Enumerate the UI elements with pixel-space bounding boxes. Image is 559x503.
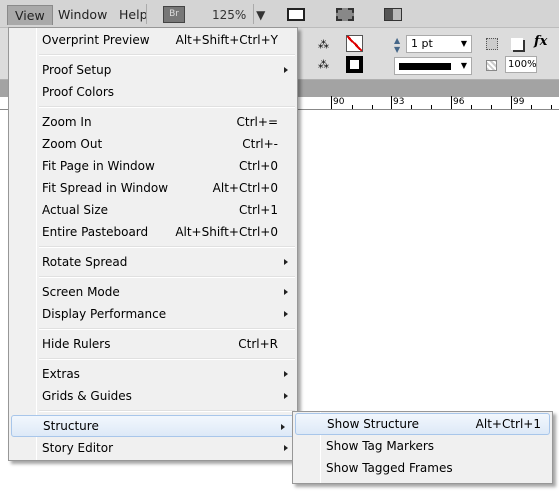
menu-item-label: Zoom In — [42, 115, 92, 129]
submenu-arrow-icon — [284, 371, 288, 377]
distribute-icon[interactable]: ⁂ — [318, 58, 329, 71]
menu-item-label: Grids & Guides — [42, 389, 132, 403]
menu-item-fit-spread-in-window[interactable]: Fit Spread in Window Alt+Ctrl+0 — [9, 177, 297, 199]
menu-item-shortcut: Ctrl+- — [242, 137, 278, 151]
menu-item-overprint-preview[interactable]: Overprint Preview Alt+Shift+Ctrl+Y — [9, 29, 297, 51]
menu-separator — [9, 407, 297, 415]
fill-swatch[interactable] — [346, 35, 363, 52]
structure-submenu: Show Structure Alt+Ctrl+1 Show Tag Markers… — [292, 411, 553, 484]
menu-item-entire-pasteboard[interactable]: Entire Pasteboard Alt+Shift+Ctrl+0 — [9, 221, 297, 243]
submenu-arrow-icon — [284, 67, 288, 73]
zoom-level: 125% — [212, 8, 247, 22]
menu-separator — [9, 51, 297, 59]
stroke-weight-value: 1 pt — [411, 37, 433, 50]
menu-item-label: Show Tagged Frames — [326, 461, 453, 475]
menu-item-structure[interactable]: Structure — [11, 415, 295, 437]
menu-bar: View Window Help Br 125% ▼ — [0, 0, 559, 28]
menu-item-proof-setup[interactable]: Proof Setup — [9, 59, 297, 81]
submenu-arrow-icon — [284, 445, 288, 451]
fx-icon[interactable]: fx — [534, 34, 547, 49]
menu-separator — [9, 325, 297, 333]
menu-item-label: Overprint Preview — [42, 33, 150, 47]
menu-item-hide-rulers[interactable]: Hide Rulers Ctrl+R — [9, 333, 297, 355]
menu-item-shortcut: Alt+Ctrl+1 — [475, 417, 541, 431]
menu-help[interactable]: Help — [112, 5, 155, 25]
zoom-level-dropdown[interactable]: 125% ▼ — [212, 8, 265, 22]
opacity-icon — [486, 60, 497, 71]
menu-item-show-structure[interactable]: Show Structure Alt+Ctrl+1 — [295, 413, 550, 435]
menu-item-label: Show Tag Markers — [326, 439, 435, 453]
chevron-down-icon: ▼ — [460, 39, 467, 48]
ruler-label: 93 — [393, 97, 405, 107]
menu-window[interactable]: Window — [51, 5, 114, 25]
menu-item-label: Extras — [42, 367, 80, 381]
menu-item-fit-page-in-window[interactable]: Fit Page in Window Ctrl+0 — [9, 155, 297, 177]
menu-separator — [9, 355, 297, 363]
menu-item-label: Proof Colors — [42, 85, 114, 99]
menu-item-label: Screen Mode — [42, 285, 120, 299]
menu-item-shortcut: Ctrl+0 — [238, 159, 278, 173]
menu-item-display-performance[interactable]: Display Performance — [9, 303, 297, 325]
menu-item-label: Show Structure — [327, 417, 420, 431]
menu-item-extras[interactable]: Extras — [9, 363, 297, 385]
menu-view[interactable]: View — [7, 5, 53, 25]
menu-item-label: Story Editor — [42, 441, 114, 455]
menu-item-label: Actual Size — [42, 203, 109, 217]
menu-item-shortcut: Ctrl+R — [238, 337, 278, 351]
ruler-label: 96 — [453, 97, 465, 107]
submenu-arrow-icon — [284, 259, 288, 265]
menu-item-label: Zoom Out — [42, 137, 103, 151]
view-options-icon[interactable] — [287, 8, 305, 21]
opacity-field[interactable]: 100% — [505, 56, 537, 73]
menu-item-story-editor[interactable]: Story Editor — [9, 437, 297, 459]
submenu-arrow-icon — [284, 311, 288, 317]
submenu-arrow-icon — [284, 289, 288, 295]
ruler-label: 99 — [513, 97, 525, 107]
menu-item-show-tagged-frames[interactable]: Show Tagged Frames — [293, 457, 552, 479]
drop-shadow-icon[interactable] — [486, 38, 498, 50]
menu-item-label: Display Performance — [42, 307, 167, 321]
chevron-down-icon: ▼ — [460, 61, 467, 70]
shadow-icon[interactable] — [511, 38, 523, 50]
menu-item-show-tag-markers[interactable]: Show Tag Markers — [293, 435, 552, 457]
menu-item-zoom-out[interactable]: Zoom Out Ctrl+- — [9, 133, 297, 155]
submenu-arrow-icon — [284, 393, 288, 399]
align-icon[interactable]: ⁂ — [318, 38, 329, 51]
menu-item-actual-size[interactable]: Actual Size Ctrl+1 — [9, 199, 297, 221]
menu-item-label: Fit Spread in Window — [42, 181, 169, 195]
stroke-weight-dropdown[interactable]: 1 pt ▼ — [406, 35, 472, 53]
arrange-documents-icon[interactable] — [384, 8, 402, 21]
menu-item-shortcut: Ctrl+= — [236, 115, 278, 129]
stroke-type-dropdown[interactable]: ▼ — [394, 57, 472, 75]
menu-item-rotate-spread[interactable]: Rotate Spread — [9, 251, 297, 273]
menu-item-shortcut: Ctrl+1 — [238, 203, 278, 217]
menu-item-label: Structure — [43, 419, 99, 433]
menu-item-screen-mode[interactable]: Screen Mode — [9, 281, 297, 303]
ruler-label: 90 — [333, 97, 345, 107]
bridge-button[interactable]: Br — [163, 6, 185, 23]
menu-item-grids-guides[interactable]: Grids & Guides — [9, 385, 297, 407]
menu-item-proof-colors[interactable]: Proof Colors — [9, 81, 297, 103]
chevron-down-icon: ▼ — [256, 8, 266, 22]
menu-item-shortcut: Alt+Shift+Ctrl+0 — [175, 225, 278, 239]
view-menu: Overprint Preview Alt+Shift+Ctrl+Y Proof S… — [8, 27, 298, 461]
menu-item-label: Entire Pasteboard — [42, 225, 149, 239]
menu-item-label: Fit Page in Window — [42, 159, 155, 173]
submenu-arrow-icon — [281, 424, 285, 430]
menu-item-shortcut: Alt+Shift+Ctrl+Y — [175, 33, 278, 47]
menu-separator — [9, 273, 297, 281]
menu-item-label: Hide Rulers — [42, 337, 111, 351]
menu-item-label: Proof Setup — [42, 63, 112, 77]
menu-item-shortcut: Alt+Ctrl+0 — [212, 181, 278, 195]
menu-separator — [9, 243, 297, 251]
menu-item-label: Rotate Spread — [42, 255, 128, 269]
menu-item-zoom-in[interactable]: Zoom In Ctrl+= — [9, 111, 297, 133]
menu-separator — [9, 103, 297, 111]
stroke-weight-stepper[interactable]: ▲ ▼ — [394, 36, 400, 54]
stroke-swatch[interactable] — [346, 56, 363, 73]
screen-mode-icon[interactable] — [336, 8, 354, 21]
